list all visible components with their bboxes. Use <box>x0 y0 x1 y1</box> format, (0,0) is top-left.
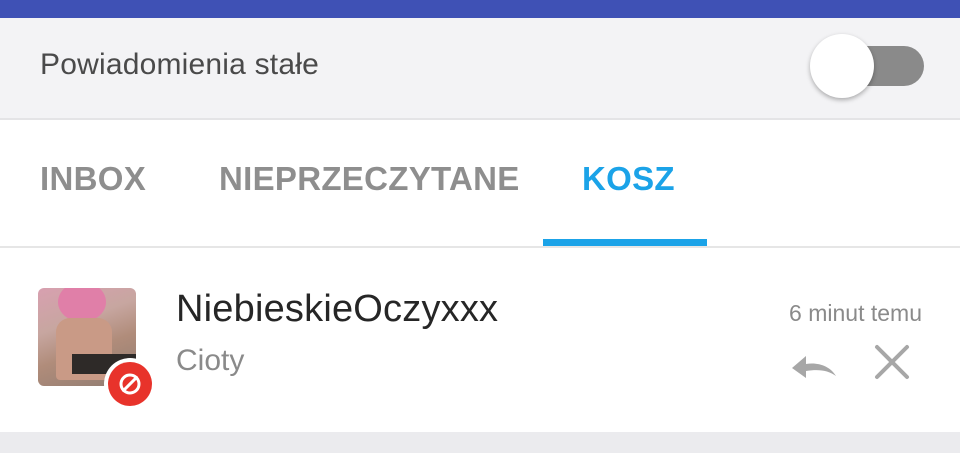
message-subject: Cioty <box>176 344 245 377</box>
blocked-icon <box>119 373 141 395</box>
persistent-notifications-label: Powiadomienia stałe <box>40 48 319 81</box>
message-sender: NiebieskieOczyxxx <box>176 288 499 330</box>
undo-icon <box>792 356 836 378</box>
active-tab-indicator <box>543 239 707 246</box>
tab-inbox[interactable]: INBOX <box>40 160 146 198</box>
app-bar <box>0 0 960 18</box>
list-bottom-divider <box>0 432 960 453</box>
tab-trash[interactable]: KOSZ <box>582 160 675 198</box>
persistent-notifications-setting[interactable]: Powiadomienia stałe <box>0 18 960 120</box>
message-timestamp: 6 minut temu <box>789 300 922 326</box>
toggle-thumb <box>810 34 874 98</box>
persistent-notifications-toggle[interactable] <box>810 34 924 98</box>
close-icon <box>875 345 909 379</box>
list-item[interactable]: NiebieskieOczyxxx Cioty 6 minut temu <box>0 248 960 432</box>
mailbox-tabs: INBOX NIEPRZECZYTANE KOSZ <box>0 120 960 248</box>
block-badge <box>104 358 156 410</box>
delete-forever-button[interactable] <box>872 342 912 382</box>
tab-unread[interactable]: NIEPRZECZYTANE <box>219 160 520 198</box>
restore-button[interactable] <box>788 344 840 384</box>
